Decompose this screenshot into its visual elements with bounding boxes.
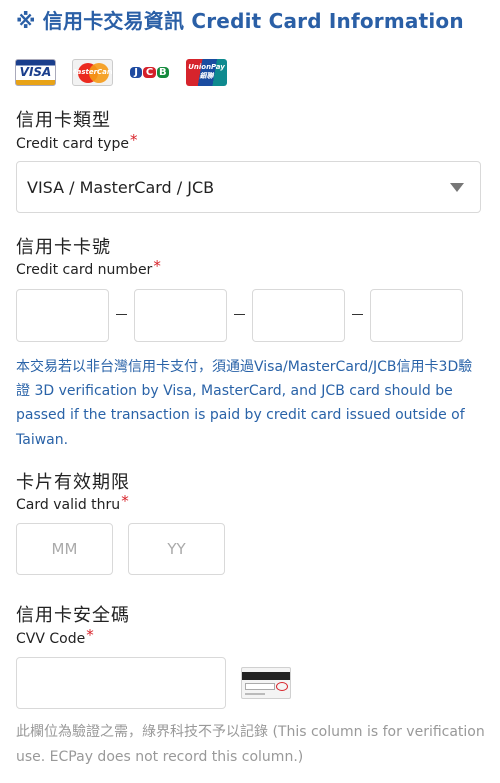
required-mark: *	[129, 131, 138, 149]
card-number-label-zh: 信用卡卡號	[16, 237, 111, 258]
required-mark: *	[153, 257, 161, 275]
card-back-cvv-icon	[241, 667, 291, 699]
card-type-selected-value: VISA / MasterCard / JCB	[27, 177, 215, 197]
card-number-segment-1-input[interactable]	[16, 289, 109, 342]
chevron-down-icon	[450, 183, 464, 192]
card-type-select[interactable]: VISA / MasterCard / JCB	[16, 161, 481, 213]
card-number-segment-2-input[interactable]	[134, 289, 227, 342]
3d-verification-note: 本交易若以非台灣信用卡支付，須通過Visa/MasterCard/JCB信用卡3…	[16, 359, 473, 448]
visa-logo-icon: VISA	[15, 58, 56, 86]
required-mark: *	[121, 492, 129, 510]
card-number-segment-3-input[interactable]	[252, 289, 345, 342]
card-type-label-zh: 信用卡類型	[16, 110, 111, 131]
card-type-label-en: Credit card type*	[16, 131, 138, 152]
separator-dash	[116, 314, 127, 315]
valid-thru-label-en: Card valid thru*	[16, 492, 129, 513]
unionpay-logo-icon: UnionPay 銀聯	[186, 58, 227, 86]
expiry-year-input[interactable]: YY	[128, 523, 225, 575]
valid-thru-label-zh: 卡片有效期限	[16, 472, 130, 493]
card-number-segment-4-input[interactable]	[370, 289, 463, 342]
accepted-cards: VISA MasterCard JCB UnionPay 銀聯	[15, 58, 243, 86]
cvv-label-en: CVV Code*	[16, 626, 94, 647]
cvv-privacy-note: 此欄位為驗證之需，綠界科技不予以記錄 (This column is for v…	[16, 724, 485, 765]
mastercard-logo-icon: MasterCard	[72, 58, 113, 86]
separator-dash	[234, 314, 245, 315]
cvv-input[interactable]	[16, 657, 226, 709]
cvv-label-zh: 信用卡安全碼	[16, 605, 130, 626]
expiry-month-input[interactable]: MM	[16, 523, 113, 575]
required-mark: *	[86, 626, 94, 644]
card-number-label-en: Credit card number*	[16, 257, 161, 278]
page-title: ※ 信用卡交易資訊 Credit Card Information	[16, 9, 464, 33]
jcb-logo-icon: JCB	[129, 58, 170, 86]
separator-dash	[352, 314, 363, 315]
